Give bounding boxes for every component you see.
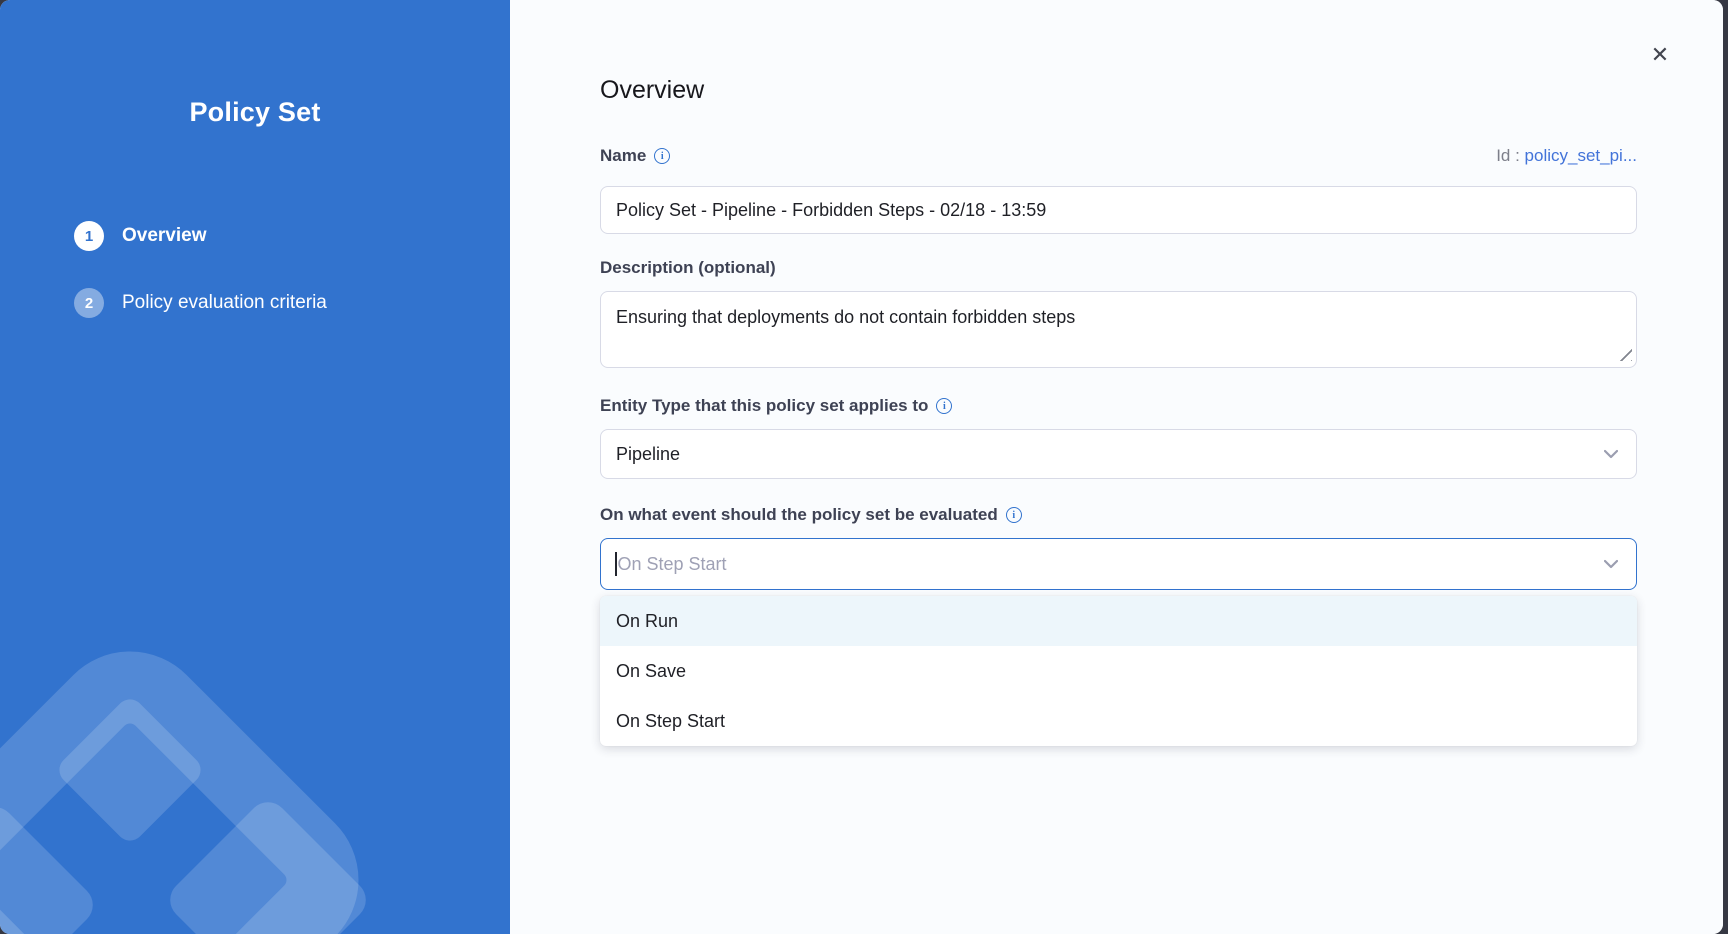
wizard-sidebar: Policy Set 1 Overview 2 Policy evaluatio… xyxy=(0,0,510,934)
name-label-row: Name i Id : policy_set_pi... xyxy=(600,146,1637,166)
overview-form-panel: ✕ Overview Name i Id : policy_set_pi... … xyxy=(510,0,1723,934)
event-placeholder: On Step Start xyxy=(618,554,727,575)
dropdown-option-on-save[interactable]: On Save xyxy=(600,646,1637,696)
event-combobox-input[interactable]: On Step Start xyxy=(600,538,1637,590)
page-title: Overview xyxy=(600,76,704,105)
wizard-title: Policy Set xyxy=(0,97,510,128)
dropdown-option-on-step-start[interactable]: On Step Start xyxy=(600,696,1637,746)
dropdown-option-on-run[interactable]: On Run xyxy=(600,596,1637,646)
description-textarea[interactable]: Ensuring that deployments do not contain… xyxy=(600,291,1637,368)
event-label: On what event should the policy set be e… xyxy=(600,505,1022,525)
step-label: Policy evaluation criteria xyxy=(122,292,327,314)
info-icon[interactable]: i xyxy=(936,398,952,414)
sidebar-step-overview[interactable]: 1 Overview xyxy=(74,221,207,251)
chevron-down-icon xyxy=(1604,450,1618,459)
entity-id: Id : policy_set_pi... xyxy=(1496,146,1637,166)
close-icon[interactable]: ✕ xyxy=(1645,40,1675,70)
entity-id-link[interactable]: policy_set_pi... xyxy=(1525,146,1637,165)
policy-set-modal: Policy Set 1 Overview 2 Policy evaluatio… xyxy=(0,0,1723,934)
event-dropdown-menu: On Run On Save On Step Start xyxy=(600,596,1637,746)
entity-type-select[interactable]: Pipeline xyxy=(600,429,1637,479)
description-label-row: Description (optional) xyxy=(600,258,1637,278)
description-field: Ensuring that deployments do not contain… xyxy=(600,291,1637,368)
step-number-badge: 1 xyxy=(74,221,104,251)
harness-logo-watermark xyxy=(0,0,510,934)
event-label-row: On what event should the policy set be e… xyxy=(600,505,1637,525)
name-input[interactable] xyxy=(600,186,1637,234)
entity-type-value: Pipeline xyxy=(616,444,680,465)
step-number-badge: 2 xyxy=(74,288,104,318)
info-icon[interactable]: i xyxy=(1006,507,1022,523)
entity-type-label-row: Entity Type that this policy set applies… xyxy=(600,396,1637,416)
step-label: Overview xyxy=(122,225,207,247)
entity-type-label: Entity Type that this policy set applies… xyxy=(600,396,952,416)
description-label: Description (optional) xyxy=(600,258,776,278)
chevron-down-icon xyxy=(1604,560,1618,569)
text-cursor xyxy=(615,552,617,576)
name-label: Name i xyxy=(600,146,670,166)
sidebar-step-policy-evaluation-criteria[interactable]: 2 Policy evaluation criteria xyxy=(74,288,327,318)
info-icon[interactable]: i xyxy=(654,148,670,164)
